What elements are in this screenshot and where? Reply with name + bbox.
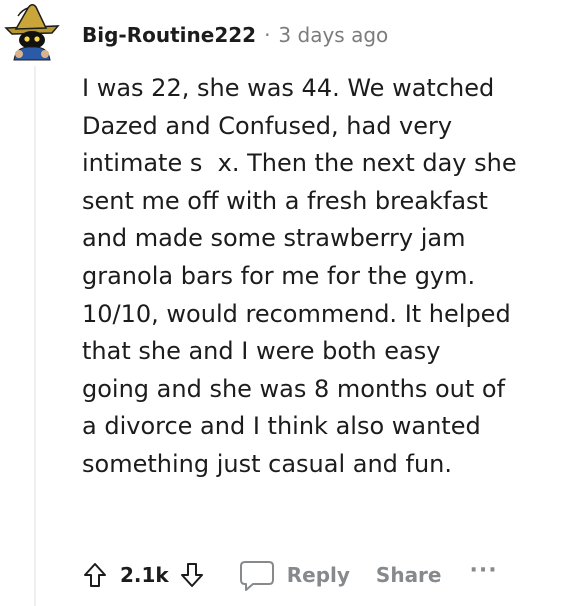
meta-separator: · <box>264 23 271 47</box>
comment-line: that she and I were both easy <box>82 337 441 366</box>
comment-line: sent me off with a fresh breakfast <box>82 186 488 215</box>
share-button[interactable]: Share <box>376 563 442 587</box>
comment-header: Big-Routine222 · 3 days ago <box>82 20 388 50</box>
vote-score: 2.1k <box>120 563 169 587</box>
thread-line[interactable] <box>34 66 36 606</box>
username-link[interactable]: Big-Routine222 <box>82 23 256 47</box>
speech-bubble-icon <box>239 561 274 591</box>
comment-line: intimate s x. Then the next day she <box>82 149 517 178</box>
comment-line: granola bars for me for the gym. <box>82 261 476 290</box>
more-options-button[interactable]: ··· <box>470 558 498 583</box>
comment-line: something just casual and fun. <box>82 449 453 478</box>
avatar[interactable] <box>2 2 62 62</box>
comment-line: I was 22, she was 44. We watched <box>82 74 495 102</box>
black-mage-avatar-icon <box>4 4 60 61</box>
comment-actions: 2.1k Reply Share ··· <box>78 552 498 598</box>
upvote-arrow-icon <box>84 563 106 587</box>
comment-line: going and she was 8 months out of <box>82 374 506 403</box>
comment-line: Dazed and Confused, had very <box>82 111 453 140</box>
downvote-button[interactable] <box>175 555 209 595</box>
comment-line: 10/10, would recommend. It helped <box>82 299 511 328</box>
comment-line: a divorce and I think also wanted <box>82 412 481 441</box>
comment-timestamp[interactable]: 3 days ago <box>278 23 388 47</box>
downvote-arrow-icon <box>180 563 203 587</box>
comment-body: I was 22, she was 44. We watched Dazed a… <box>82 70 560 484</box>
upvote-button[interactable] <box>78 555 112 595</box>
reply-label: Reply <box>286 563 350 587</box>
reply-button[interactable]: Reply <box>239 559 350 591</box>
comment-line: and made some strawberry jam <box>82 224 466 253</box>
